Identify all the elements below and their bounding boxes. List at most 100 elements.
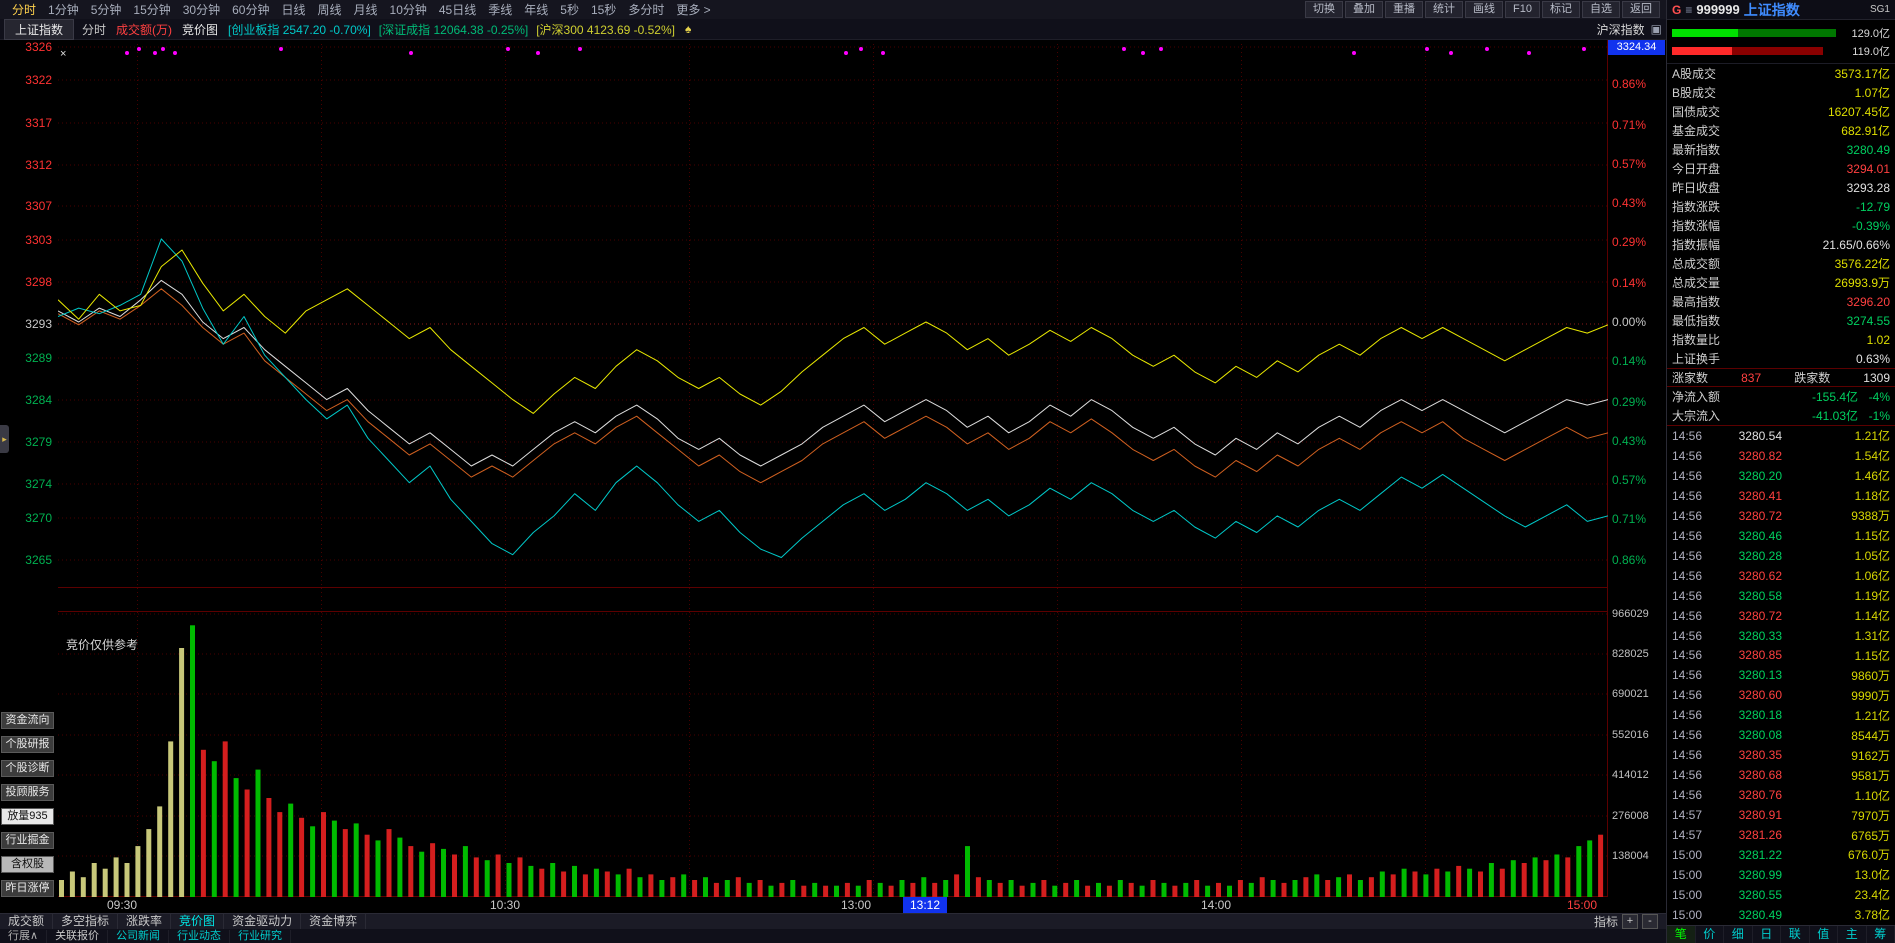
stat-label: 最高指数 [1672,295,1721,309]
tick-time: 15:00 [1672,887,1703,902]
price-axis-label: 3317 [25,116,52,130]
menu-item-period[interactable]: 5分钟 [85,1,128,18]
menu-item-period[interactable]: 1分钟 [42,1,85,18]
menu-item-period[interactable]: 60分钟 [226,1,275,18]
panel-tab[interactable]: 细 [1724,926,1753,943]
side-button[interactable]: 行业掘金 [1,832,54,849]
panel-tab[interactable]: 日 [1753,926,1781,943]
indicator-tab[interactable]: 资金博弈 [301,914,367,929]
side-button[interactable]: 资金流向 [1,712,54,729]
sidebar-expander-handle[interactable]: ▸ [0,425,9,453]
tick-price: 3280.08 [1738,728,1782,743]
news-tab[interactable]: 行业研究 [230,929,292,943]
tick-time: 14:56 [1672,428,1703,443]
tick-time: 14:56 [1672,688,1703,703]
overlay-index-chip[interactable]: [创业板指 2547.20 -0.70%] [228,21,371,38]
toolbar-button[interactable]: 统计 [1425,1,1464,18]
panel-tab[interactable]: 笔 [1667,926,1696,943]
toolbar-button[interactable]: 标记 [1542,1,1580,18]
volume-axis-label: 138004 [1612,850,1649,862]
overlay-index-chip[interactable]: [深证成指 12064.38 -0.25%] [379,21,528,38]
g-logo[interactable]: G [1672,3,1681,17]
symbol-tab[interactable]: 上证指数 [4,18,75,40]
panel-tab[interactable]: 联 [1781,926,1810,943]
panel-tab[interactable]: 筹 [1867,926,1895,943]
stat-label: 今日开盘 [1672,162,1721,176]
overlay-index-chip[interactable]: [沪深300 4123.69 -0.52%] [536,21,675,38]
panel-page-icon[interactable]: ▣ [1651,22,1662,36]
menu-item-period[interactable]: 10分钟 [384,1,433,18]
menu-item-period[interactable]: 多分时 [622,1,670,18]
intraday-chart-svg[interactable] [58,40,1608,897]
menu-item-period[interactable]: 分时 [6,1,42,18]
percent-axis-label: 0.43% [1612,196,1647,210]
price-axis-label: 3326 [25,40,52,54]
trading-terminal: 分时 1分钟 5分钟 15分钟 30分钟 60分钟 日线 周线 月线 10分钟 45日线 季线 年线 5秒… [0,0,1895,943]
toolbar-button[interactable]: 叠加 [1345,1,1384,18]
tick-time: 15:00 [1672,907,1703,922]
side-button[interactable]: 个股诊断 [1,760,54,777]
price-axis-label: 3274 [25,477,52,491]
percent-axis-label: 0.29% [1612,395,1647,409]
tick-row: 14:56 3280.18 1.21亿 [1667,705,1895,725]
news-tab[interactable]: 行业动态 [169,929,231,943]
indicator-tabs: 成交额 多空指标 涨跌率 竞价图 资金驱动力 资金博弈 [0,914,367,929]
indicator-tab[interactable]: 涨跌率 [118,914,172,929]
zoom-out-button[interactable]: - [1642,914,1658,929]
zoom-in-button[interactable]: + [1622,914,1638,929]
panel-tab[interactable]: 值 [1810,926,1838,943]
menu-item-period[interactable]: 45日线 [433,1,482,18]
panel-tab[interactable]: 主 [1838,926,1867,943]
indicator-menu-label[interactable]: 指标 [1594,913,1618,930]
net-inflow-pct: -4% [1868,389,1890,404]
side-button[interactable]: 含权股 [1,856,54,873]
indicator-tab[interactable]: 资金驱动力 [224,914,302,929]
panel-tab[interactable]: 价 [1696,926,1724,943]
close-icon[interactable]: × [60,48,66,60]
menu-item-period[interactable]: 15秒 [585,1,622,18]
tick-list[interactable]: 14:56 3280.54 1.21亿 14:56 3280.82 1.54亿 14:56 3… [1667,425,1895,925]
tick-time: 14:56 [1672,788,1703,803]
toolbar-button[interactable]: 切换 [1305,1,1344,18]
toolbar-button[interactable]: 重播 [1385,1,1424,18]
stat-row: 总成交额 3576.22亿 [1667,254,1895,273]
view-mode-item[interactable]: 竞价图 [182,21,218,38]
menu-item-period[interactable]: 5秒 [554,1,585,18]
toolbar-button[interactable]: 画线 [1465,1,1504,18]
menu-item-period[interactable]: 月线 [348,1,384,18]
side-button[interactable]: 投顾服务 [1,784,54,801]
index-group-label[interactable]: 沪深指数 [1597,21,1645,38]
menu-item-period[interactable]: 更多 > [670,1,716,18]
news-tab[interactable]: 行展∧ [0,929,48,943]
menu-icon[interactable]: ≡ [1685,3,1692,17]
indicator-tab[interactable]: 成交额 [0,914,54,929]
indicator-tab[interactable]: 多空指标 [53,914,119,929]
stat-value: 3296.20 [1846,294,1890,309]
news-tab[interactable]: 公司新闻 [108,929,170,943]
side-button[interactable]: 个股研报 [1,736,54,753]
toolbar-button[interactable]: F10 [1505,1,1540,18]
toolbar-button[interactable]: 自选 [1582,1,1620,18]
indicator-tab[interactable]: 竞价图 [171,914,225,929]
price-axis-label: 3312 [25,158,52,172]
view-mode-item[interactable]: 成交额(万) [116,21,172,38]
menu-item-period[interactable]: 周线 [311,1,347,18]
menu-item-period[interactable]: 15分钟 [127,1,176,18]
news-tab[interactable]: 关联报价 [47,929,109,943]
tick-volume: 1.15亿 [1854,529,1890,544]
tick-volume: 1.18亿 [1854,489,1890,504]
tick-time: 14:56 [1672,488,1703,503]
tick-volume: 9860万 [1851,668,1890,683]
menu-item-period[interactable]: 季线 [482,1,518,18]
percent-axis-label: 0.00% [1612,315,1647,329]
menu-item-period[interactable]: 30分钟 [177,1,226,18]
toolbar-button[interactable]: 返回 [1622,1,1660,18]
tick-price: 3280.20 [1738,468,1782,483]
menu-item-period[interactable]: 日线 [275,1,311,18]
stat-label: 昨日收盘 [1672,181,1721,195]
view-mode-item[interactable]: 分时 [82,21,106,38]
menu-item-period[interactable]: 年线 [518,1,554,18]
side-button[interactable]: 昨日涨停 [1,880,54,897]
tick-time: 14:56 [1672,748,1703,763]
side-button[interactable]: 放量935 [1,808,54,825]
